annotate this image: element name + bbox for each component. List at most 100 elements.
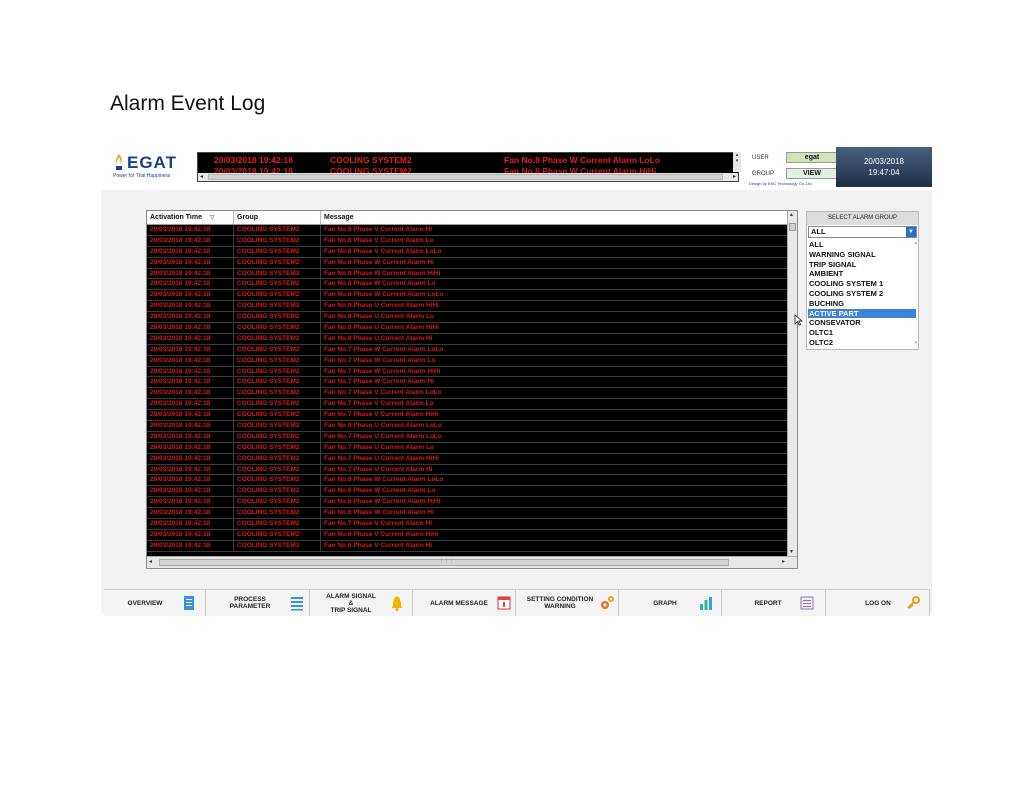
cell-group: COOLING SYSTEM2 bbox=[234, 421, 321, 432]
list-icon bbox=[291, 597, 303, 611]
nav-button-graph[interactable]: GRAPH bbox=[619, 590, 722, 616]
scroll-right-icon[interactable]: ▸ bbox=[733, 173, 736, 180]
alarm-group-option[interactable]: ALL bbox=[808, 240, 916, 250]
table-row[interactable]: 20/03/2018 19:42:18 COOLING SYSTEM2 Fan No… bbox=[147, 366, 787, 378]
table-row[interactable]: 20/03/2018 19:42:18 COOLING SYSTEM2 Fan No… bbox=[147, 442, 787, 454]
alarm-group-option[interactable]: WARNING SIGNAL bbox=[808, 250, 916, 260]
nav-button-process[interactable]: PROCESS PARAMETER bbox=[206, 590, 310, 616]
alarm-group-option[interactable]: COOLING SYSTEM 1 bbox=[808, 279, 916, 289]
cell-activation-time: 20/03/2018 19:42:18 bbox=[147, 486, 234, 497]
cell-group: COOLING SYSTEM2 bbox=[234, 290, 321, 301]
alarm-group-option[interactable]: TRIP SIGNAL bbox=[808, 260, 916, 270]
alarm-group-list[interactable]: ALL WARNING SIGNAL TRIP SIGNAL AMBIENT COOLI… bbox=[808, 240, 916, 348]
cell-message: Fan No.7 Phase V Current Alarm Hi bbox=[324, 520, 433, 528]
cell-group: COOLING SYSTEM2 bbox=[234, 225, 321, 235]
alarm-group-option[interactable]: COOLING SYSTEM 2 bbox=[808, 289, 916, 299]
cell-group: COOLING SYSTEM2 bbox=[234, 464, 321, 475]
table-row[interactable]: 20/03/2018 19:42:18 COOLING SYSTEM2 Fan No… bbox=[147, 388, 787, 400]
alarm-group-option[interactable]: OLTC2 bbox=[808, 338, 916, 348]
alarm-group-option[interactable]: AMBIENT bbox=[808, 269, 916, 279]
alarm-group-option[interactable]: BUCHING bbox=[808, 299, 916, 309]
alarm-ticker[interactable]: 20/03/2018 19:42:18 COOLING SYSTEM2 Fan … bbox=[197, 152, 739, 182]
table-row[interactable]: 20/03/2018 19:42:18 COOLING SYSTEM2 Fan No… bbox=[147, 312, 787, 324]
list-scrollbar[interactable]: ▴ ▾ bbox=[910, 240, 918, 346]
alarm-group-option[interactable]: OLTC1 bbox=[808, 328, 916, 338]
scroll-thumb[interactable] bbox=[789, 223, 796, 231]
table-row[interactable]: 20/03/2018 19:42:18 COOLING SYSTEM2 Fan No… bbox=[147, 344, 787, 356]
ticker-message: Fan No.8 Phase W Current Alarm LoLo bbox=[504, 155, 661, 165]
alarm-group-dropdown[interactable]: ALL ▼ bbox=[808, 226, 917, 238]
table-row[interactable]: 20/03/2018 19:42:18 COOLING SYSTEM2 Fan No… bbox=[147, 540, 787, 552]
table-row[interactable]: 20/03/2018 19:42:18 COOLING SYSTEM2 Fan No… bbox=[147, 235, 787, 247]
table-row[interactable]: 20/03/2018 19:42:18 COOLING SYSTEM2 Fan No… bbox=[147, 410, 787, 422]
table-row[interactable]: 20/03/2018 19:42:18 COOLING SYSTEM2 Fan No… bbox=[147, 246, 787, 258]
table-row[interactable]: 20/03/2018 19:42:18 COOLING SYSTEM2 Fan No… bbox=[147, 323, 787, 334]
cell-group: COOLING SYSTEM2 bbox=[234, 312, 321, 323]
table-row[interactable]: 20/03/2018 19:42:18 COOLING SYSTEM2 Fan No… bbox=[147, 475, 787, 487]
scroll-left-icon[interactable]: ◂ bbox=[149, 558, 152, 565]
mouse-cursor-icon bbox=[794, 314, 803, 326]
cell-message: Fan No.8 Phase W Current Alarm Lo bbox=[324, 280, 436, 288]
grid-hscrollbar[interactable]: ◂ ⋮⋮⋮ ▸ bbox=[147, 556, 797, 568]
table-row[interactable]: 20/03/2018 19:42:18 COOLING SYSTEM2 Fan No… bbox=[147, 290, 787, 302]
scroll-thumb[interactable] bbox=[208, 174, 723, 180]
table-row[interactable]: 20/03/2018 19:42:18 COOLING SYSTEM2 Fan No… bbox=[147, 464, 787, 476]
header-bar: EGAT Power for Thai Happiness 20/03/2018… bbox=[101, 144, 932, 190]
scroll-up-icon[interactable]: ▲ bbox=[789, 212, 794, 218]
table-row[interactable]: 20/03/2018 19:42:18 COOLING SYSTEM2 Fan No… bbox=[147, 497, 787, 509]
cell-message: Fan No.6 Phase V Current Alarm Hi bbox=[324, 541, 433, 549]
alarm-group-option[interactable]: ACTIVE PART bbox=[808, 308, 916, 319]
table-row[interactable]: 20/03/2018 19:42:18 COOLING SYSTEM2 Fan No… bbox=[147, 355, 787, 367]
cell-message: Fan No.6 Phase V Current Alarm HiHi bbox=[324, 530, 439, 538]
scroll-left-icon[interactable]: ◂ bbox=[200, 173, 203, 180]
table-row[interactable]: 20/03/2018 19:42:18 COOLING SYSTEM2 Fan No… bbox=[147, 301, 787, 313]
nav-button-report[interactable]: REPORT bbox=[722, 590, 826, 616]
nav-button-log-on[interactable]: LOG ON bbox=[826, 590, 930, 616]
col-message[interactable]: Message bbox=[321, 211, 787, 224]
table-row[interactable]: 20/03/2018 19:42:18 COOLING SYSTEM2 Fan No… bbox=[147, 508, 787, 520]
table-row[interactable]: 20/03/2018 19:42:18 COOLING SYSTEM2 Fan No… bbox=[147, 486, 787, 498]
col-activation-time[interactable]: Activation Time ▽ bbox=[147, 211, 234, 224]
ticker-vscrollbar[interactable]: ▴ ▾ bbox=[733, 152, 741, 172]
cell-activation-time: 20/03/2018 19:42:18 bbox=[147, 344, 234, 355]
chevron-down-icon[interactable]: ▼ bbox=[906, 227, 916, 237]
bar-chart-icon bbox=[700, 597, 712, 610]
scada-window: EGAT Power for Thai Happiness 20/03/2018… bbox=[101, 144, 932, 614]
cell-message: Fan No.8 Phase U Current Alarm Lo bbox=[324, 313, 434, 321]
table-row[interactable]: 20/03/2018 19:42:18 COOLING SYSTEM2 Fan No… bbox=[147, 279, 787, 291]
cell-group: COOLING SYSTEM2 bbox=[234, 344, 321, 355]
nav-button-alarm-signal[interactable]: ALARM SIGNAL & TRIP SIGNAL bbox=[310, 590, 413, 616]
cell-activation-time: 20/03/2018 19:42:18 bbox=[147, 442, 234, 453]
filter-icon[interactable]: ▽ bbox=[210, 215, 215, 221]
table-row[interactable]: 20/03/2018 19:42:18 COOLING SYSTEM2 Fan No… bbox=[147, 377, 787, 389]
alarm-group-title: SELECT ALARM GROUP bbox=[807, 212, 918, 225]
nav-button-alarm-message[interactable]: ALARM MESSAGE bbox=[413, 590, 516, 616]
table-row[interactable]: 20/03/2018 19:42:18 COOLING SYSTEM2 Fan No… bbox=[147, 431, 787, 443]
table-row[interactable]: 20/03/2018 19:42:18 COOLING SYSTEM2 Fan No… bbox=[147, 529, 787, 541]
col-group[interactable]: Group bbox=[234, 211, 321, 224]
table-row[interactable]: 20/03/2018 19:42:18 COOLING SYSTEM2 Fan No… bbox=[147, 421, 787, 432]
user-value: egat bbox=[786, 152, 838, 163]
table-row[interactable]: 20/03/2018 19:42:18 COOLING SYSTEM2 Fan No… bbox=[147, 268, 787, 280]
table-row[interactable]: 20/03/2018 19:42:18 COOLING SYSTEM2 Fan No… bbox=[147, 333, 787, 345]
nav-button-setting-condition[interactable]: SETTING CONDITION WARNING bbox=[516, 590, 619, 616]
table-row[interactable]: 20/03/2018 19:42:18 COOLING SYSTEM2 Fan No… bbox=[147, 453, 787, 465]
cell-message: Fan No.7 Phase U Current Alarm HiHi bbox=[324, 454, 439, 462]
alarm-group-option[interactable]: CONSEVATOR bbox=[808, 318, 916, 328]
table-row[interactable]: 20/03/2018 19:42:18 COOLING SYSTEM2 Fan No… bbox=[147, 519, 787, 530]
alarm-log-grid[interactable]: Activation Time ▽ Group Message 20/03/20… bbox=[146, 210, 798, 569]
nav-label: PROCESS PARAMETER bbox=[229, 596, 271, 610]
table-row[interactable]: 20/03/2018 19:42:18 COOLING SYSTEM2 Fan No… bbox=[147, 257, 787, 269]
scroll-right-icon[interactable]: ▸ bbox=[782, 558, 785, 565]
grid-vscrollbar[interactable]: ▲ ▼ bbox=[787, 211, 797, 556]
cell-activation-time: 20/03/2018 19:42:18 bbox=[147, 377, 234, 388]
grid-header: Activation Time ▽ Group Message bbox=[147, 211, 787, 225]
cell-activation-time: 20/03/2018 19:42:18 bbox=[147, 235, 234, 246]
ticker-hscrollbar[interactable]: ◂ ▸ bbox=[198, 173, 738, 181]
cell-message: Fan No.8 Phase U Current Alarm HiHi bbox=[324, 302, 439, 310]
table-row[interactable]: 20/03/2018 19:42:18 COOLING SYSTEM2 Fan No… bbox=[147, 225, 787, 236]
nav-button-overview[interactable]: OVERVIEW bbox=[104, 590, 206, 616]
scroll-down-icon[interactable]: ▼ bbox=[789, 549, 794, 555]
cell-group: COOLING SYSTEM2 bbox=[234, 540, 321, 551]
table-row[interactable]: 20/03/2018 19:42:18 COOLING SYSTEM2 Fan No… bbox=[147, 399, 787, 411]
